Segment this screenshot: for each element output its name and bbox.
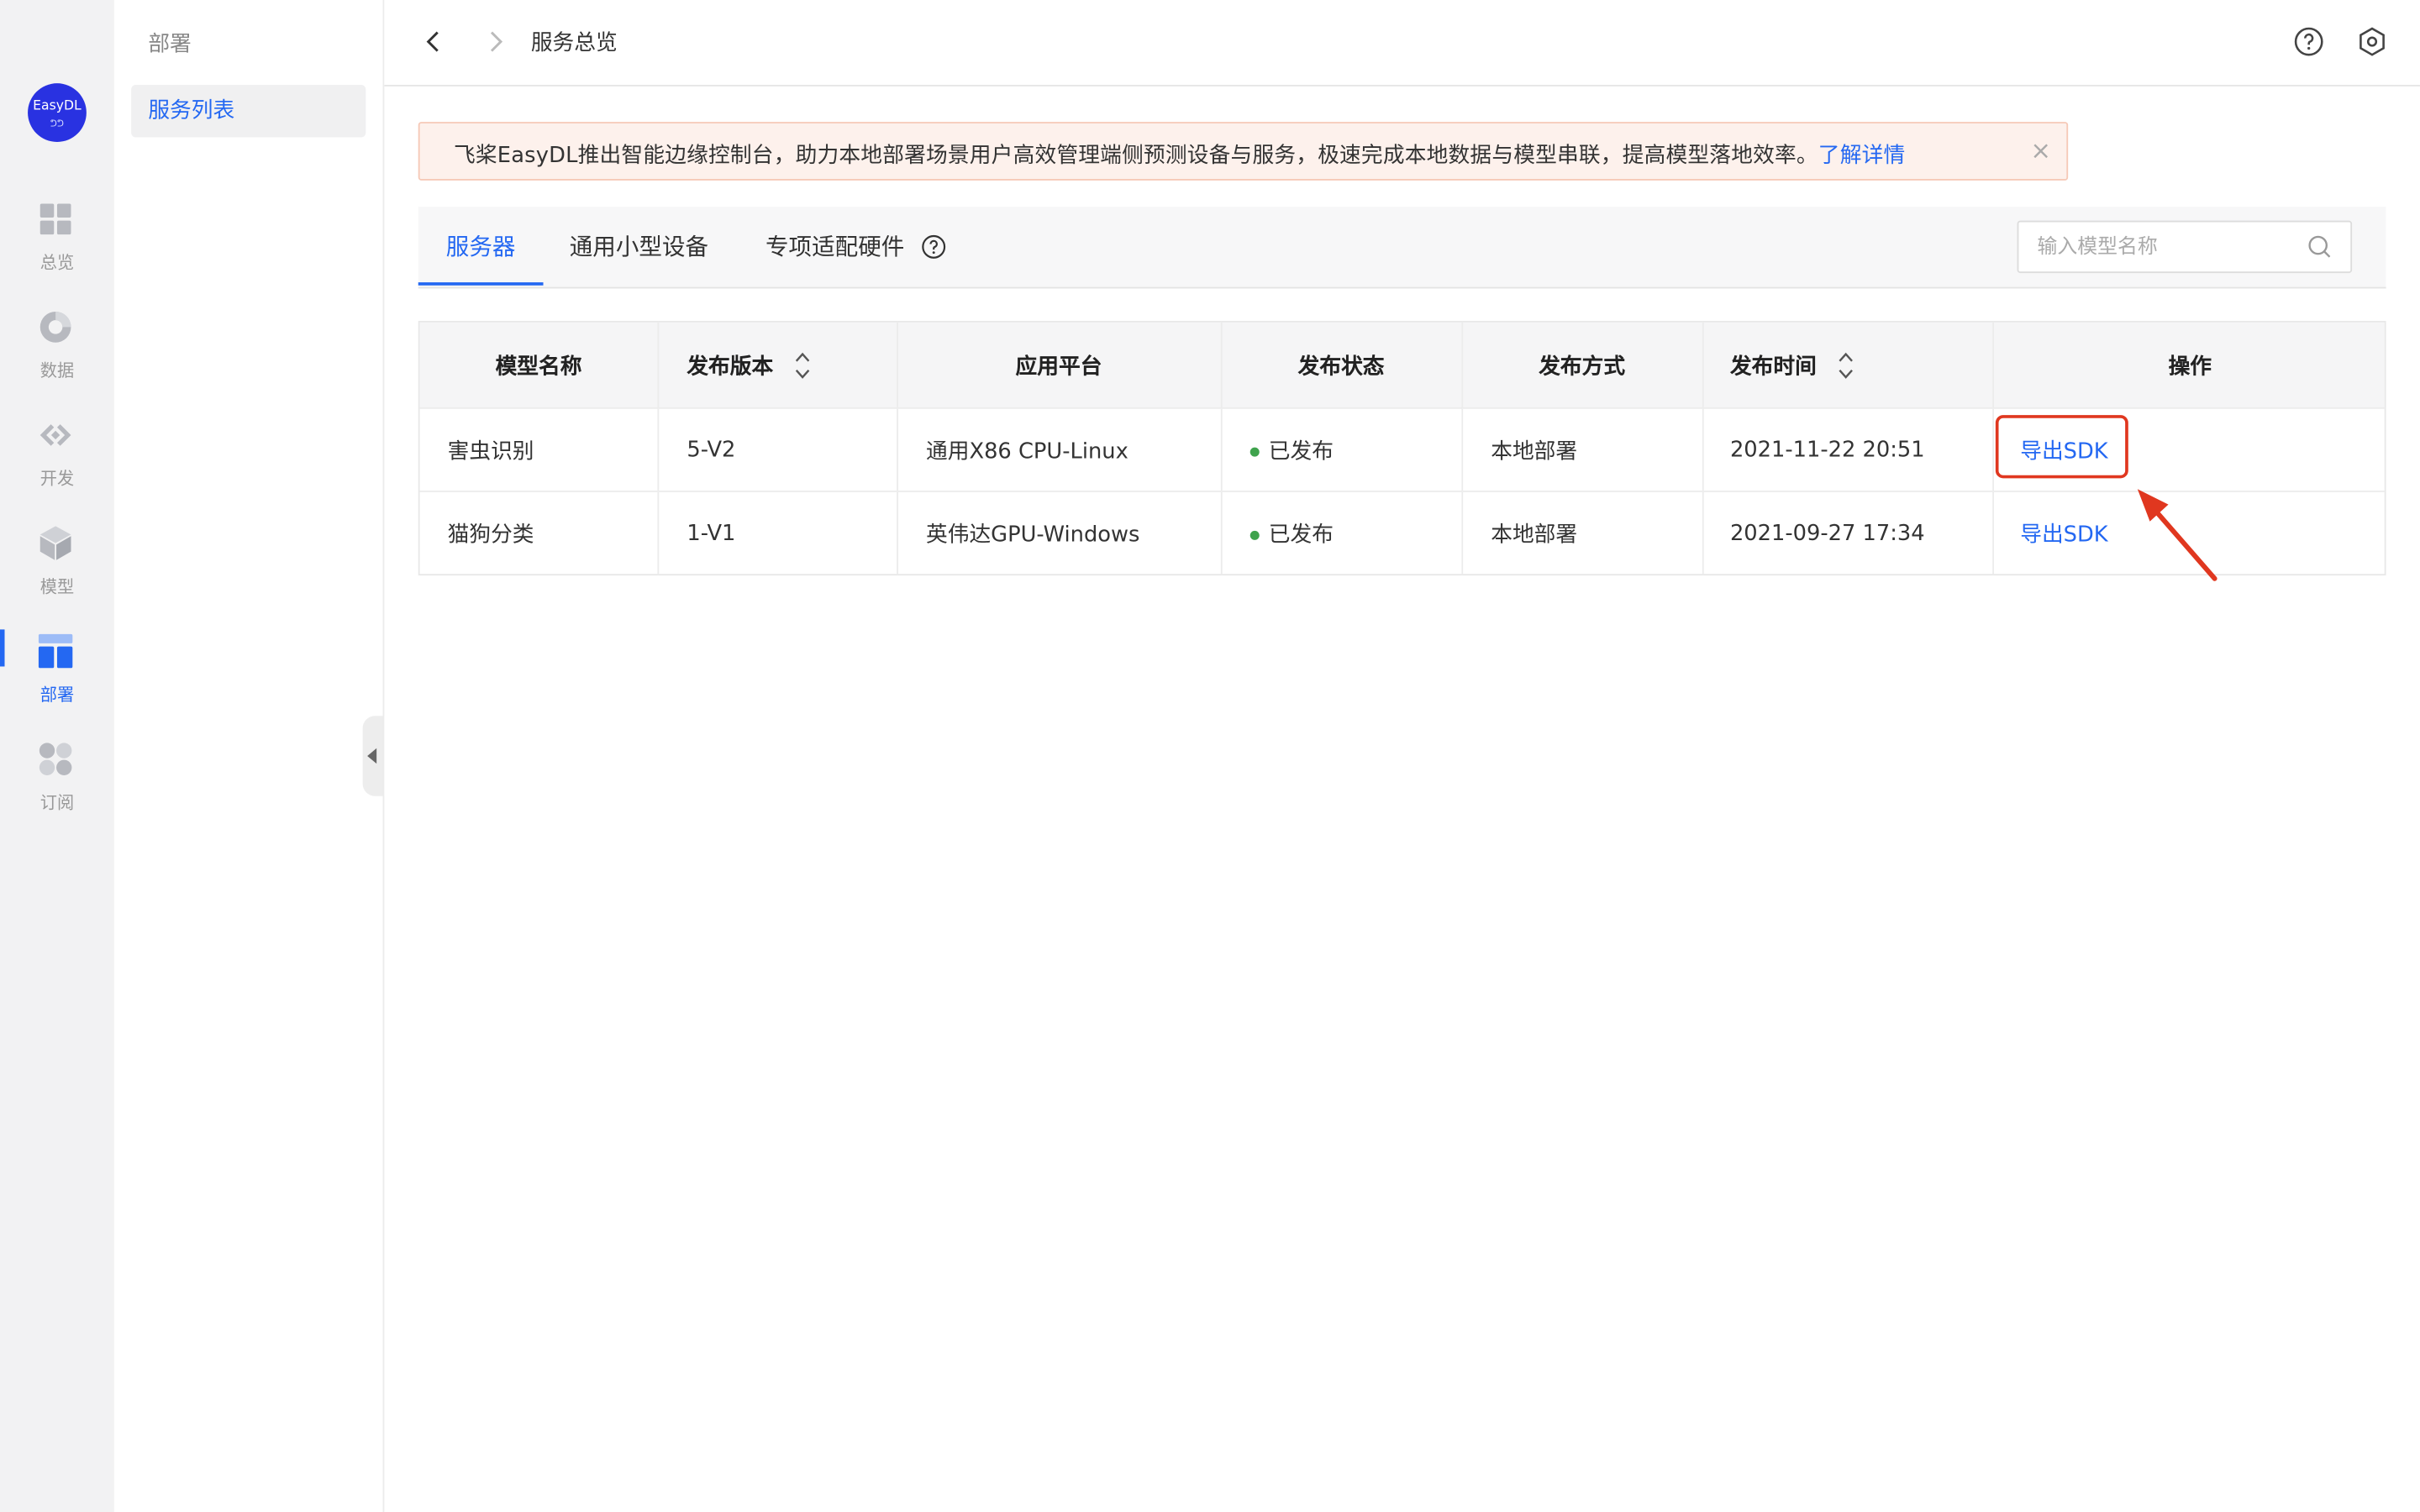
rail-item-deploy[interactable]: 部署	[0, 633, 114, 725]
rail-item-model[interactable]: 模型	[0, 524, 114, 617]
header-label: 发布状态	[1297, 354, 1385, 379]
help-icon[interactable]	[2293, 26, 2324, 57]
secondary-sidebar: 部署 服务列表	[113, 0, 385, 1512]
method-text: 本地部署	[1491, 522, 1578, 548]
app-root: EasyDL ᕤᕤ 总览 数据 开发 模型 部署 订阅 部署 服务列表 服务总览…	[0, 0, 2420, 1512]
forward-arrow-icon[interactable]	[483, 29, 508, 54]
rail-item-develop[interactable]: 开发	[0, 417, 114, 509]
collapse-arrow-icon	[367, 748, 377, 764]
status-dot-icon	[1249, 529, 1260, 539]
col-header-status: 发布状态	[1223, 322, 1464, 407]
data-pie-icon	[39, 312, 71, 343]
top-bar: 服务总览	[384, 0, 2420, 87]
platform-text: 英伟达GPU-Windows	[926, 522, 1140, 548]
method-text: 本地部署	[1491, 438, 1578, 464]
header-label: 模型名称	[495, 354, 582, 379]
header-label: 发布版本	[687, 354, 774, 379]
notice-details-link[interactable]: 了解详情	[1818, 144, 1906, 168]
rail-label-deploy: 部署	[39, 685, 75, 706]
time-text: 2021-09-27 17:34	[1729, 520, 1925, 546]
cell-method: 本地部署	[1463, 408, 1704, 491]
settings-icon[interactable]	[2357, 26, 2388, 57]
cell-model-name: 猫狗分类	[420, 491, 660, 575]
status-dot-icon	[1249, 446, 1260, 456]
cell-model-name: 害虫识别	[420, 408, 660, 491]
deploy-layout-icon	[38, 633, 73, 669]
close-icon[interactable]: ×	[2030, 137, 2051, 165]
version-text: 1-V1	[687, 520, 736, 546]
sidebar-section-title: 部署	[148, 32, 192, 57]
model-name: 猫狗分类	[447, 522, 534, 548]
cell-method: 本地部署	[1463, 491, 1704, 575]
logo-sub: ᕤᕤ	[50, 118, 64, 130]
header-label: 操作	[2168, 354, 2212, 379]
col-header-method: 发布方式	[1463, 322, 1704, 407]
col-header-model-name: 模型名称	[420, 322, 660, 407]
rail-item-overview[interactable]: 总览	[0, 201, 114, 293]
tab-small-device[interactable]: 通用小型设备	[570, 207, 708, 287]
time-text: 2021-11-22 20:51	[1729, 437, 1925, 463]
breadcrumb: 服务总览	[530, 30, 618, 56]
platform-text: 通用X86 CPU-Linux	[926, 438, 1128, 464]
rail-label-model: 模型	[39, 576, 75, 597]
status-text: 已发布	[1268, 522, 1334, 548]
tabs-bar: 服务器 通用小型设备 专项适配硬件	[418, 207, 2386, 289]
tab-active-underline	[418, 282, 544, 286]
cell-platform: 英伟达GPU-Windows	[898, 491, 1223, 575]
export-sdk-button[interactable]: 导出SDK	[2020, 517, 2107, 549]
rail-label-develop: 开发	[39, 469, 75, 490]
highlight-box-annotation	[1995, 415, 2128, 479]
col-header-time[interactable]: 发布时间	[1704, 322, 1995, 407]
back-arrow-icon[interactable]	[421, 29, 445, 54]
rail-item-subscribe[interactable]: 订阅	[0, 741, 114, 833]
notice-banner: 飞桨EasyDL推出智能边缘控制台，助力本地部署场景用户高效管理端侧预测设备与服…	[418, 122, 2069, 181]
rail-label-subscribe: 订阅	[39, 793, 75, 813]
search-icon[interactable]	[2307, 234, 2332, 259]
subscribe-dots-icon	[39, 743, 72, 775]
status-text: 已发布	[1268, 438, 1334, 464]
icon-rail: EasyDL ᕤᕤ 总览 数据 开发 模型 部署 订阅	[0, 0, 114, 1512]
notice-text: 飞桨EasyDL推出智能边缘控制台，助力本地部署场景用户高效管理端侧预测设备与服…	[454, 139, 1905, 170]
question-circle-icon[interactable]	[922, 234, 946, 259]
header-label: 发布时间	[1729, 354, 1817, 379]
sort-toggle-icon[interactable]	[1837, 348, 1855, 381]
model-name: 害虫识别	[447, 438, 534, 464]
cell-version: 5-V2	[659, 408, 898, 491]
status-badge: 已发布	[1249, 434, 1334, 465]
col-header-platform: 应用平台	[898, 322, 1223, 407]
cell-status: 已发布	[1223, 408, 1464, 491]
search-input[interactable]	[2037, 231, 2285, 263]
cell-platform: 通用X86 CPU-Linux	[898, 408, 1223, 491]
red-arrow-annotation-icon	[2137, 489, 2217, 581]
notice-message: 飞桨EasyDL推出智能边缘控制台，助力本地部署场景用户高效管理端侧预测设备与服…	[453, 143, 1818, 169]
rail-label-data: 数据	[39, 360, 75, 381]
easydl-logo[interactable]: EasyDL ᕤᕤ	[28, 83, 87, 142]
header-label: 发布方式	[1539, 354, 1626, 379]
status-badge: 已发布	[1249, 517, 1334, 549]
col-header-version[interactable]: 发布版本	[659, 322, 898, 407]
rail-label-overview: 总览	[39, 253, 75, 274]
model-cube-icon	[39, 526, 71, 560]
col-header-actions: 操作	[1994, 323, 2387, 407]
cell-version: 1-V1	[659, 491, 898, 575]
develop-code-icon	[39, 424, 71, 446]
cell-time: 2021-11-22 20:51	[1704, 408, 1995, 491]
tab-server[interactable]: 服务器	[446, 207, 516, 287]
sidebar-collapse-toggle[interactable]	[362, 716, 383, 796]
search-box	[2017, 220, 2353, 274]
table-header-row: 模型名称 发布版本 应用平台 发布状态 发布方式 发布时间 操作	[419, 322, 2387, 409]
sidebar-item-service-list[interactable]: 服务列表	[131, 85, 366, 138]
header-label: 应用平台	[1015, 354, 1102, 379]
tab-special-hardware[interactable]: 专项适配硬件	[765, 207, 904, 287]
rail-item-data[interactable]: 数据	[0, 308, 114, 401]
version-text: 5-V2	[687, 437, 736, 463]
overview-grid-icon	[39, 203, 71, 235]
table-row: 猫狗分类 1-V1 英伟达GPU-Windows 已发布 本地部署 2021-0…	[420, 491, 2385, 575]
sort-toggle-icon[interactable]	[793, 348, 812, 381]
cell-status: 已发布	[1223, 491, 1464, 575]
logo-text: EasyDL	[33, 98, 82, 114]
cell-time: 2021-09-27 17:34	[1704, 491, 1995, 575]
